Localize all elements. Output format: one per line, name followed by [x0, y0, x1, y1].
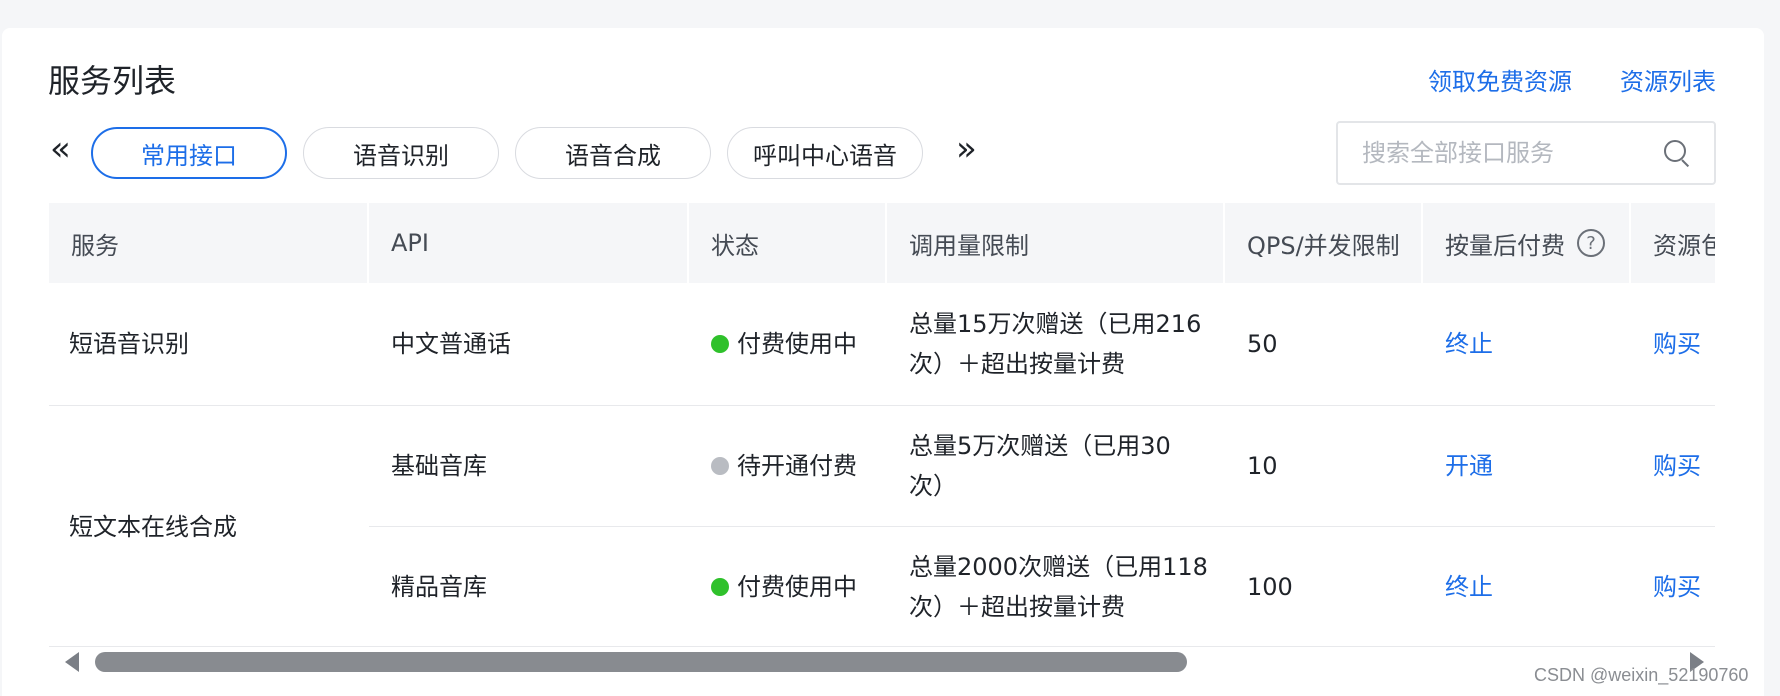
- search-input[interactable]: [1362, 139, 1662, 167]
- call-limit-line: 总量2000次赠送（已用118: [909, 553, 1208, 581]
- horizontal-scrollbar[interactable]: [49, 648, 1715, 680]
- status-text: 待开通付费: [737, 452, 857, 480]
- status-cell: 付费使用中: [689, 527, 885, 647]
- table-header: 服务 API 状态 调用量限制 QPS/并发限制 按量后付费 ? 资源包: [49, 203, 1715, 283]
- call-limit-cell: 总量2000次赠送（已用118 次）＋超出按量计费: [887, 527, 1223, 647]
- tab-call-center-speech[interactable]: 呼叫中心语音: [727, 127, 923, 179]
- postpaid-header-label: 按量后付费: [1445, 231, 1565, 260]
- call-limit-line: 次）＋超出按量计费: [909, 593, 1125, 621]
- help-icon[interactable]: ?: [1577, 229, 1605, 257]
- api-cell: 基础音库: [391, 452, 487, 480]
- qps-cell: 100: [1247, 573, 1293, 601]
- column-header-qps: QPS/并发限制: [1247, 231, 1400, 260]
- claim-free-resources-link[interactable]: 领取免费资源: [1428, 62, 1572, 97]
- tab-speech-recognition[interactable]: 语音识别: [303, 127, 499, 179]
- activate-postpaid-link[interactable]: 开通: [1423, 406, 1629, 526]
- status-cell: 付费使用中: [689, 283, 885, 405]
- status-cell: 待开通付费: [689, 406, 885, 526]
- service-table: 服务 API 状态 调用量限制 QPS/并发限制 按量后付费 ? 资源包 短语音…: [49, 203, 1715, 647]
- call-limit-line: 次）: [909, 472, 957, 500]
- search-box[interactable]: [1336, 121, 1716, 185]
- service-cell: 短文本在线合成: [69, 512, 237, 541]
- call-limit-cell: 总量15万次赠送（已用216 次）＋超出按量计费: [887, 283, 1223, 405]
- column-header-postpaid: 按量后付费 ?: [1423, 203, 1629, 283]
- tabs-prev-icon[interactable]: «: [50, 132, 71, 166]
- terminate-postpaid-link[interactable]: 终止: [1423, 527, 1629, 647]
- buy-package-link[interactable]: 购买: [1631, 406, 1715, 526]
- column-header-status: 状态: [711, 231, 759, 260]
- call-limit-cell: 总量5万次赠送（已用30 次）: [887, 406, 1223, 526]
- tab-common-apis[interactable]: 常用接口: [91, 127, 287, 179]
- tabs-next-icon[interactable]: »: [956, 132, 977, 166]
- call-limit-line: 总量5万次赠送（已用30: [909, 432, 1171, 460]
- call-limit-line: 总量15万次赠送（已用216: [909, 310, 1202, 338]
- status-active-dot: [711, 335, 729, 353]
- buy-package-link[interactable]: 购买: [1631, 527, 1715, 647]
- column-header-call-limit: 调用量限制: [909, 231, 1029, 260]
- api-cell: 精品音库: [391, 573, 487, 601]
- service-cell: 短语音识别: [69, 330, 189, 358]
- row-divider: [49, 646, 1715, 647]
- tab-speech-synthesis[interactable]: 语音合成: [515, 127, 711, 179]
- status-text: 付费使用中: [737, 330, 857, 358]
- status-active-dot: [711, 578, 729, 596]
- status-text: 付费使用中: [737, 573, 857, 601]
- column-header-api: API: [391, 229, 429, 257]
- column-header-package: 资源包: [1653, 231, 1715, 260]
- search-icon[interactable]: [1662, 138, 1690, 168]
- call-limit-line: 次）＋超出按量计费: [909, 350, 1125, 378]
- qps-cell: 50: [1247, 330, 1278, 358]
- watermark: CSDN @weixin_52190760: [1534, 665, 1749, 685]
- api-cell: 中文普通话: [391, 330, 511, 358]
- qps-cell: 10: [1247, 452, 1278, 480]
- scroll-left-arrow-icon[interactable]: [65, 652, 79, 672]
- column-header-service: 服务: [71, 231, 119, 260]
- page-title: 服务列表: [48, 62, 177, 100]
- scrollbar-thumb[interactable]: [95, 652, 1187, 672]
- buy-package-link[interactable]: 购买: [1631, 283, 1715, 405]
- resource-list-link[interactable]: 资源列表: [1620, 62, 1716, 97]
- terminate-postpaid-link[interactable]: 终止: [1423, 283, 1629, 405]
- status-pending-dot: [711, 457, 729, 475]
